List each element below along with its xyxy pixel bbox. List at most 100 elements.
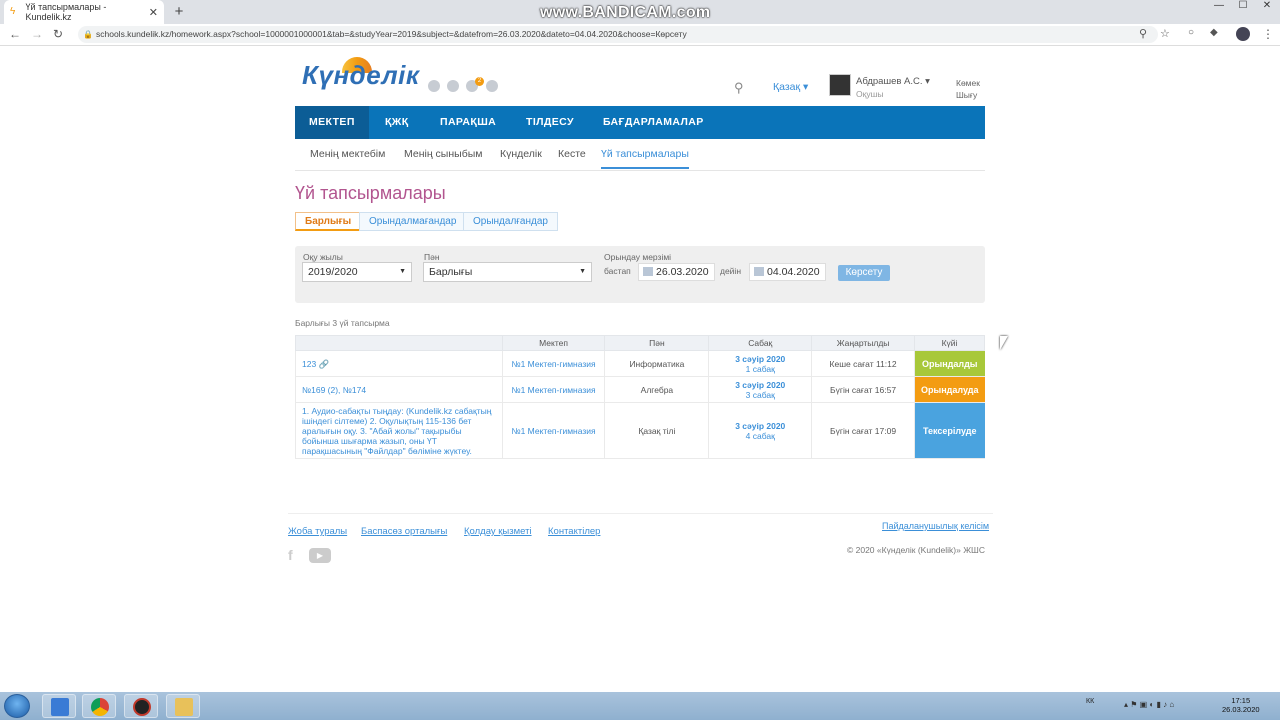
subnav-schedule[interactable]: Кесте [558, 148, 586, 160]
search-icon[interactable]: ⚲ [734, 80, 744, 96]
table-row[interactable]: 1. Аудио-сабақты тыңдау: (Kundelik.kz са… [295, 402, 985, 459]
task-link[interactable]: 1. Аудио-сабақты тыңдау: (Kundelik.kz са… [295, 402, 503, 459]
nav-page[interactable]: ПАРАҚША [426, 106, 510, 139]
bandicam-watermark: www.BANDICAM.com [540, 4, 711, 21]
col-header-subject: Пән [604, 335, 710, 351]
lesson-date[interactable]: 3 сәуір 2020 [709, 380, 811, 390]
bookmark-star-icon[interactable]: ☆ [1160, 27, 1170, 40]
tab-close-icon[interactable]: ✕ [149, 6, 158, 19]
footer-press-link[interactable]: Баспасөз орталығы [361, 526, 447, 537]
lesson-number: 3 сабақ [745, 389, 775, 400]
subnav-my-school[interactable]: Менің мектебім [310, 148, 385, 160]
lesson-date[interactable]: 3 сәуір 2020 [709, 354, 811, 364]
profile-avatar-icon[interactable] [1236, 27, 1250, 41]
language-selector[interactable]: Қазақ ▾ [773, 81, 808, 93]
footer-about-link[interactable]: Жоба туралы [288, 526, 347, 537]
col-header-school: Мектеп [501, 335, 606, 351]
nav-school[interactable]: МЕКТЕП [295, 106, 369, 139]
date-from-field[interactable]: 26.03.2020 [638, 263, 715, 281]
chrome-icon [91, 698, 109, 716]
start-button[interactable] [4, 694, 30, 718]
tab-title: Үй тапсырмалары - Kundelik.kz [25, 2, 107, 22]
close-window-button[interactable]: ✕ [1254, 0, 1280, 14]
date-to-field[interactable]: 04.04.2020 [749, 263, 826, 281]
col-header-task [295, 335, 503, 351]
user-name[interactable]: Абдрашев А.С. ▾ [856, 76, 930, 87]
browser-tab[interactable]: ϟ Үй тапсырмалары - Kundelik.kz ✕ [4, 0, 164, 24]
url-field[interactable]: 🔒 schools.kundelik.kz/homework.aspx?scho… [78, 26, 1158, 43]
footer-divider [288, 513, 993, 514]
forward-icon[interactable]: → [31, 27, 43, 41]
user-role: Оқушы [856, 89, 884, 99]
updated-cell: Бүгін сағат 17:09 [811, 402, 915, 459]
clock-time: 17:15 [1231, 696, 1251, 705]
taskbar-explorer[interactable] [166, 694, 200, 718]
bandicam-icon [133, 698, 151, 716]
school-link[interactable]: №1 Мектеп-гимназия [501, 350, 605, 377]
year-select[interactable]: 2019/2020 ▼ [302, 262, 412, 282]
subject-select[interactable]: Барлығы ▼ [423, 262, 592, 282]
nav-kzhk[interactable]: ҚЖҚ [371, 106, 423, 139]
homework-table: Мектеп Пән Сабақ Жаңартылды Күйі 123 🔗 №… [295, 335, 985, 459]
notification-badge: 2 [475, 77, 484, 86]
terms-link[interactable]: Пайдаланушылық келісім [882, 521, 989, 531]
lesson-cell[interactable]: 3 сәуір 2020 1 сабақ [708, 350, 812, 377]
snipping-tool-icon [51, 698, 69, 716]
school-link[interactable]: №1 Мектеп-гимназия [501, 402, 605, 459]
site-logo[interactable]: Күнделік [302, 60, 420, 91]
extension-icon[interactable]: ○ [1188, 27, 1194, 38]
subnav-homework[interactable]: Үй тапсырмалары [601, 148, 689, 169]
footer-contacts-link[interactable]: Контактілер [548, 526, 600, 537]
tab-done[interactable]: Орындалғандар [463, 212, 558, 231]
shield-icon[interactable]: ◆ [1210, 27, 1218, 38]
subnav-my-class[interactable]: Менің сыныбым [404, 148, 482, 160]
clock-date: 26.03.2020 [1222, 705, 1260, 714]
youtube-icon[interactable]: ▶ [309, 548, 331, 563]
table-row[interactable]: №169 (2), №174 №1 Мектеп-гимназия Алгебр… [295, 376, 985, 403]
tab-not-done[interactable]: Орындалмағандар [359, 212, 467, 231]
lesson-date[interactable]: 3 сәуір 2020 [709, 421, 811, 431]
tray-icons[interactable]: ▴ ⚑ ▣ ◐ ▮ ♪ ⌂ [1124, 700, 1174, 709]
tab-all[interactable]: Барлығы [295, 212, 362, 231]
back-icon[interactable]: ← [9, 27, 21, 41]
subject-cell: Алгебра [604, 376, 709, 403]
help-link[interactable]: Көмек [956, 78, 980, 88]
tray-language[interactable]: КК [1086, 698, 1094, 705]
page-title: Үй тапсырмалары [295, 183, 446, 203]
school-link[interactable]: №1 Мектеп-гимназия [501, 376, 605, 403]
nav-chat[interactable]: ТІЛДЕСУ [512, 106, 588, 139]
taskbar-bandicam[interactable] [124, 694, 158, 718]
table-header-row: Мектеп Пән Сабақ Жаңартылды Күйі [295, 335, 985, 351]
maximize-button[interactable]: ☐ [1230, 0, 1256, 14]
to-label: дейін [720, 266, 742, 276]
show-button[interactable]: Көрсету [838, 265, 890, 281]
subject-cell: Қазақ тілі [604, 402, 709, 459]
taskbar-chrome[interactable] [82, 694, 116, 718]
status-badge: Орындалды [914, 350, 985, 377]
nav-programs[interactable]: БАҒДАРЛАМАЛАР [589, 106, 718, 139]
zoom-icon[interactable]: ⚲ [1139, 27, 1147, 40]
lesson-cell[interactable]: 3 сәуір 2020 3 сабақ [708, 376, 812, 403]
total-count: Барлығы 3 үй тапсырма [295, 318, 390, 328]
user-avatar[interactable] [829, 74, 851, 96]
table-row[interactable]: 123 🔗 №1 Мектеп-гимназия Информатика 3 с… [295, 350, 985, 377]
facebook-icon[interactable]: f [288, 547, 293, 563]
new-tab-button[interactable]: + [170, 3, 188, 21]
calendar-icon [754, 267, 764, 276]
messages-icon[interactable] [428, 80, 440, 92]
taskbar-clock[interactable]: 17:15 26.03.2020 [1222, 696, 1260, 714]
refresh-icon[interactable] [486, 80, 498, 92]
minimize-button[interactable]: — [1206, 0, 1232, 14]
lesson-cell[interactable]: 3 сәуір 2020 4 сабақ [708, 402, 812, 459]
taskbar-snipping-tool[interactable] [42, 694, 76, 718]
logout-link[interactable]: Шығу [956, 90, 977, 100]
reload-icon[interactable]: ↻ [53, 27, 63, 41]
footer-support-link[interactable]: Қолдау қызметі [464, 526, 532, 537]
subject-value: Барлығы [429, 266, 473, 278]
people-icon[interactable] [447, 80, 459, 92]
task-link[interactable]: №169 (2), №174 [295, 376, 503, 403]
mouse-cursor-icon [1000, 336, 1008, 350]
browser-menu-icon[interactable]: ⋮ [1262, 27, 1274, 41]
subnav-diary[interactable]: Күнделік [500, 148, 542, 160]
task-link[interactable]: 123 🔗 [295, 350, 503, 377]
